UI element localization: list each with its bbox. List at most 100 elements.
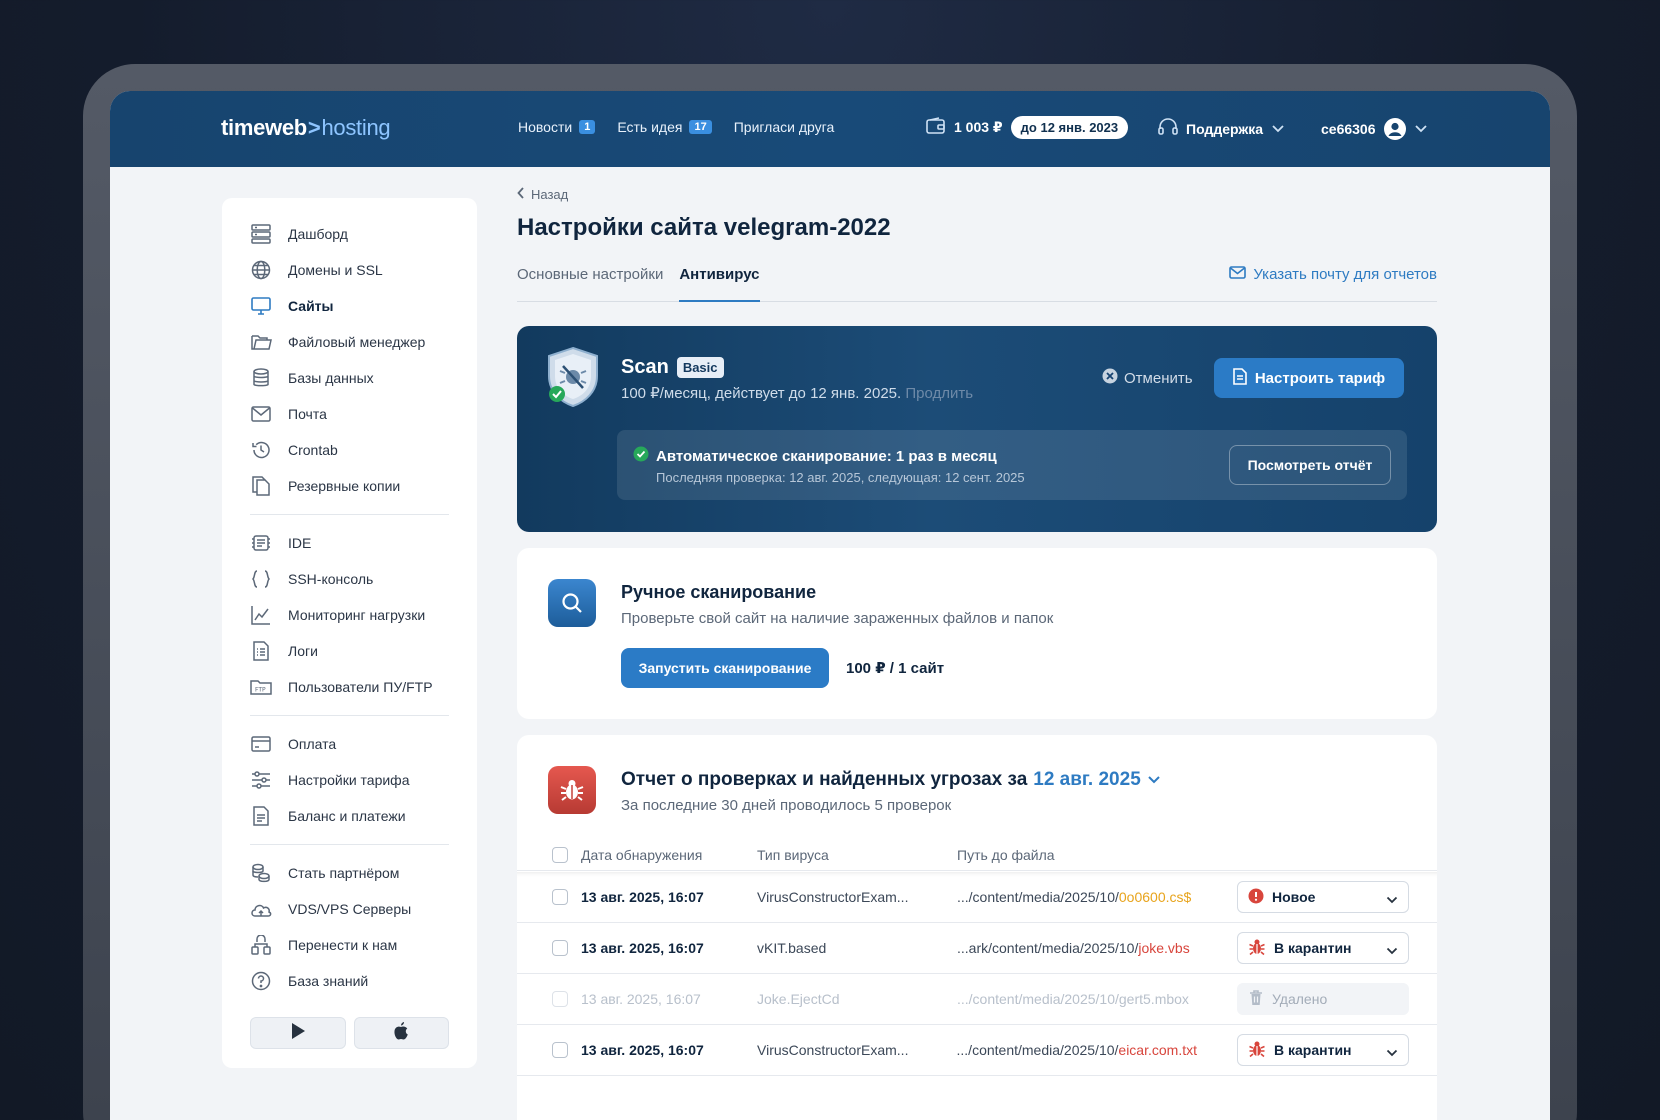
- file-name[interactable]: 0o0600.cs$: [1119, 889, 1191, 905]
- sidebar-item-server[interactable]: Дашборд: [250, 216, 449, 252]
- sidebar-item-mail[interactable]: Почта: [250, 396, 449, 432]
- detection-date: 13 авг. 2025, 16:07: [581, 940, 704, 956]
- sidebar-item-chart[interactable]: Мониторинг нагрузки: [250, 597, 449, 633]
- ide-icon: [250, 532, 272, 554]
- status-select[interactable]: Новое: [1237, 881, 1409, 913]
- app-window: timeweb>hosting Новости 1 Есть идея 17 П…: [110, 91, 1550, 1120]
- report-email-link[interactable]: Указать почту для отчетов: [1229, 266, 1437, 283]
- view-report-button[interactable]: Посмотреть отчёт: [1229, 445, 1391, 485]
- column-date[interactable]: Дата обнаружения: [581, 847, 702, 863]
- chart-icon: [250, 604, 272, 626]
- start-scan-button[interactable]: Запустить сканирование: [621, 648, 829, 688]
- sidebar-item-document[interactable]: Баланс и платежи: [250, 798, 449, 834]
- apple-icon: [392, 1021, 410, 1046]
- status-label: В карантин: [1274, 940, 1352, 956]
- row-checkbox[interactable]: [552, 889, 568, 905]
- sidebar-item-label: Оплата: [288, 736, 337, 752]
- table-row[interactable]: 13 авг. 2025, 16:07 VirusConstructorExam…: [517, 1025, 1437, 1076]
- sidebar-item-database[interactable]: Базы данных: [250, 360, 449, 396]
- sidebar-item-globe[interactable]: Домены и SSL: [250, 252, 449, 288]
- sidebar-item-ftp[interactable]: FTP Пользователи ПУ/FTP: [250, 669, 449, 705]
- column-file-path[interactable]: Путь до файла: [957, 847, 1197, 863]
- tab-main-settings[interactable]: Основные настройки: [517, 266, 663, 301]
- sidebar-item-ide[interactable]: IDE: [250, 525, 449, 561]
- help-icon: [250, 970, 272, 992]
- database-icon: [250, 367, 272, 389]
- chevron-down-icon[interactable]: [1147, 769, 1161, 791]
- document-icon: [250, 805, 272, 827]
- table-row[interactable]: 13 авг. 2025, 16:07 Joke.EjectCd .../con…: [517, 974, 1437, 1025]
- tab-antivirus[interactable]: Антивирус: [679, 266, 760, 302]
- sidebar-item-folder[interactable]: Файловый менеджер: [250, 324, 449, 360]
- google-play-button[interactable]: [250, 1017, 346, 1049]
- sidebar-group-extra: Стать партнёром VDS/VPS Серверы Перенести …: [250, 855, 449, 999]
- status-label: Удалено: [1272, 991, 1328, 1007]
- report-date-select[interactable]: 12 авг. 2025: [1033, 769, 1141, 791]
- row-checkbox[interactable]: [552, 1042, 568, 1058]
- top-bar: timeweb>hosting Новости 1 Есть идея 17 П…: [110, 91, 1550, 167]
- sidebar-item-label: Пользователи ПУ/FTP: [288, 679, 433, 695]
- status-cell: В карантин: [1237, 1034, 1409, 1066]
- sidebar-item-help[interactable]: База знаний: [250, 963, 449, 999]
- extend-link[interactable]: Продлить: [905, 385, 973, 402]
- virus-type: VirusConstructorExam...: [757, 889, 909, 905]
- row-checkbox[interactable]: [552, 991, 568, 1007]
- news-badge: 1: [579, 120, 596, 134]
- threat-report-card: Отчет о проверках и найденных угрозах за…: [517, 735, 1437, 1120]
- status-select[interactable]: В карантин: [1237, 1034, 1409, 1066]
- main-content: Назад Настройки сайта velegram-2022 Осно…: [517, 187, 1437, 1120]
- select-all-checkbox[interactable]: [552, 846, 568, 863]
- sidebar-item-log[interactable]: Логи: [250, 633, 449, 669]
- sidebar-item-transfer[interactable]: Перенести к нам: [250, 927, 449, 963]
- support-menu[interactable]: Поддержка: [1158, 118, 1285, 139]
- column-virus-type[interactable]: Тип вируса: [757, 847, 829, 863]
- play-icon: [289, 1022, 307, 1045]
- nav-news[interactable]: Новости 1: [518, 119, 596, 135]
- sidebar-item-coins[interactable]: Стать партнёром: [250, 855, 449, 891]
- file-name[interactable]: eicar.com.txt: [1118, 1042, 1197, 1058]
- table-row[interactable]: 13 авг. 2025, 16:07 vKIT.based ...ark/co…: [517, 923, 1437, 974]
- detection-date: 13 авг. 2025, 16:07: [581, 889, 704, 905]
- sidebar-item-card[interactable]: Оплата: [250, 726, 449, 762]
- logo[interactable]: timeweb>hosting: [221, 115, 391, 141]
- sidebar-item-label: Стать партнёром: [288, 865, 400, 881]
- braces-icon: [250, 568, 272, 590]
- copy-icon: [250, 475, 272, 497]
- table-header: Дата обнаружения Тип вируса Путь до файл…: [517, 839, 1437, 871]
- trash-icon: [1248, 989, 1264, 1009]
- balance[interactable]: 1 003 ₽ до 12 янв. 2023: [926, 116, 1129, 139]
- file-name[interactable]: gert5.mbox: [1119, 991, 1189, 1007]
- sidebar: Дашборд Домены и SSL Сайты Файловый менедже…: [222, 198, 477, 1068]
- status-select[interactable]: В карантин: [1237, 932, 1409, 964]
- back-link[interactable]: Назад: [517, 187, 1437, 202]
- check-circle-icon: [633, 446, 649, 466]
- sidebar-item-braces[interactable]: SSH-консоль: [250, 561, 449, 597]
- nav-ideas[interactable]: Есть идея 17: [617, 119, 712, 135]
- file-name[interactable]: joke.vbs: [1138, 940, 1189, 956]
- search-icon: [548, 579, 596, 627]
- app-store-button[interactable]: [353, 1017, 449, 1049]
- scan-plan-price: 100 ₽/месяц, действует до 12 янв. 2025. …: [621, 385, 974, 402]
- sidebar-item-monitor[interactable]: Сайты: [250, 288, 449, 324]
- sidebar-item-clock[interactable]: Crontab: [250, 432, 449, 468]
- auto-scan-info: Автоматическое сканирование: 1 раз в мес…: [617, 430, 1407, 500]
- table-row[interactable]: 13 авг. 2025, 16:07 VirusConstructorExam…: [517, 872, 1437, 923]
- globe-icon: [250, 259, 272, 281]
- cancel-plan-button[interactable]: Отменить: [1102, 368, 1193, 388]
- sidebar-item-cloud[interactable]: VDS/VPS Серверы: [250, 891, 449, 927]
- sidebar-item-copy[interactable]: Резервные копии: [250, 468, 449, 504]
- auto-scan-schedule: Последняя проверка: 12 авг. 2025, следую…: [656, 470, 1025, 485]
- status-select: Удалено: [1237, 983, 1409, 1015]
- sidebar-item-sliders[interactable]: Настройки тарифа: [250, 762, 449, 798]
- nav-invite[interactable]: Пригласи друга: [734, 119, 835, 135]
- auto-scan-title: Автоматическое сканирование: 1 раз в мес…: [633, 446, 997, 466]
- sidebar-item-label: Сайты: [288, 298, 334, 314]
- row-checkbox[interactable]: [552, 940, 568, 956]
- user-menu[interactable]: ce66306: [1321, 118, 1428, 140]
- tabs: Основные настройки Антивирус Указать поч…: [517, 266, 1437, 302]
- virus-type: Joke.EjectCd: [757, 991, 840, 1007]
- chevron-left-icon: [517, 187, 525, 202]
- sidebar-item-label: SSH-консоль: [288, 571, 374, 587]
- detection-date: 13 авг. 2025, 16:07: [581, 1042, 704, 1058]
- configure-tariff-button[interactable]: Настроить тариф: [1214, 358, 1404, 398]
